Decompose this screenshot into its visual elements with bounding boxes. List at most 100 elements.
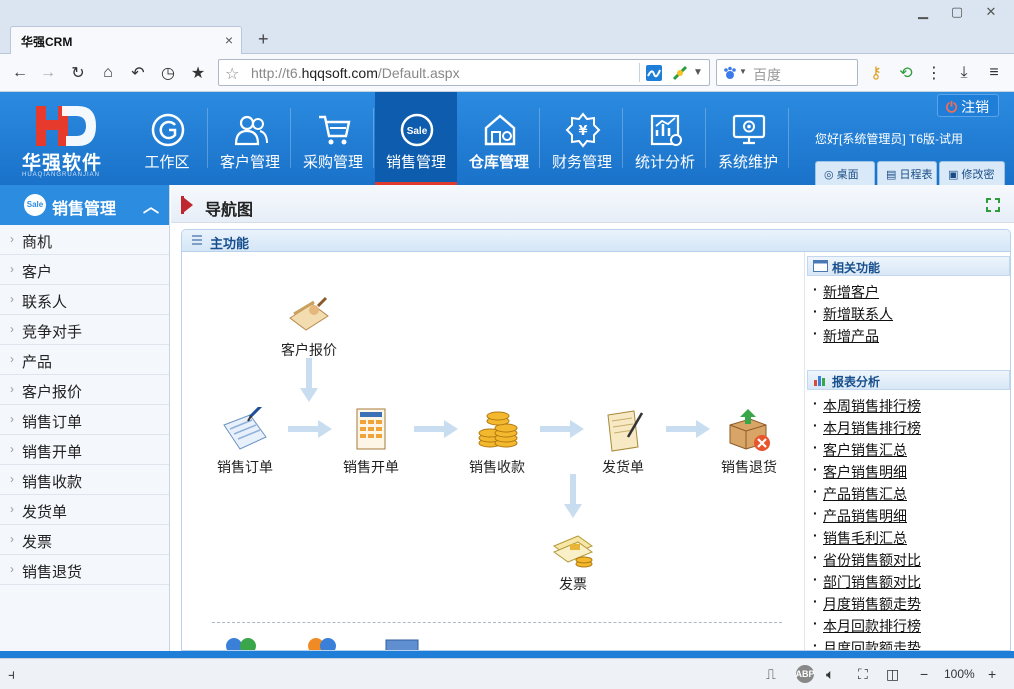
- report-link[interactable]: 省份销售额对比: [813, 549, 1010, 572]
- zoom-out-button[interactable]: −: [920, 665, 928, 683]
- sidebar-item-sales-returns[interactable]: › 销售退货: [0, 555, 169, 585]
- search-engine-dropdown-icon[interactable]: ▼: [739, 67, 747, 76]
- nav-label: 统计分析: [634, 154, 695, 171]
- related-link[interactable]: 新增联系人: [813, 303, 1010, 326]
- flow-node-return[interactable]: 销售退货: [704, 407, 794, 477]
- report-link[interactable]: 客户销售明细: [813, 461, 1010, 484]
- delivery-note-icon: [598, 407, 648, 453]
- reports-list: 本周销售排行榜 本月销售排行榜 客户销售汇总 客户销售明细 产品销售汇总 产品销…: [805, 390, 1010, 650]
- schedule-button[interactable]: ▤ 日程表: [877, 161, 937, 185]
- nav-warehouse[interactable]: 仓库管理: [458, 92, 540, 185]
- sidebar-item-products[interactable]: › 产品: [0, 345, 169, 375]
- sidebar-item-delivery-notes[interactable]: › 发货单: [0, 495, 169, 525]
- reload-icon[interactable]: ↻: [68, 63, 88, 83]
- report-link[interactable]: 本月销售排行榜: [813, 417, 1010, 440]
- address-dropdown-icon[interactable]: ▼: [693, 67, 711, 85]
- desktop-button[interactable]: ◎ 桌面: [815, 161, 875, 185]
- speed-mode-icon[interactable]: [645, 64, 663, 82]
- tab-close-icon[interactable]: ×: [225, 32, 233, 48]
- pulse-icon[interactable]: ⎍: [766, 665, 776, 683]
- related-link[interactable]: 新增产品: [813, 325, 1010, 348]
- users-group-icon[interactable]: [224, 636, 260, 651]
- flow-label: 客户报价: [281, 342, 337, 358]
- close-window-icon[interactable]: ✕: [974, 2, 1008, 22]
- refresh-shield-icon[interactable]: ⟲: [896, 63, 916, 83]
- adblock-icon[interactable]: ABP: [796, 665, 815, 683]
- sidebar-item-contacts[interactable]: › 联系人: [0, 285, 169, 315]
- sidebar-toggle-icon[interactable]: ⫞: [8, 665, 15, 683]
- monitor-gear-icon: [731, 112, 767, 148]
- minimize-icon[interactable]: ▁: [906, 2, 940, 22]
- forward-icon[interactable]: →: [38, 63, 58, 83]
- flow-node-order[interactable]: 销售订单: [200, 407, 290, 477]
- nav-sales[interactable]: Sale 销售管理: [375, 92, 457, 185]
- warehouse-icon: [482, 112, 518, 148]
- browser-tab[interactable]: 华强CRM ×: [10, 26, 242, 54]
- report-link[interactable]: 部门销售额对比: [813, 571, 1010, 594]
- sidebar-item-competitors[interactable]: › 竞争对手: [0, 315, 169, 345]
- back-icon[interactable]: ←: [10, 63, 30, 83]
- flow-node-quote[interactable]: 客户报价: [264, 290, 354, 360]
- fullscreen-toggle-icon[interactable]: ⛶: [858, 665, 868, 683]
- maximize-icon[interactable]: ▢: [940, 2, 974, 22]
- address-bar[interactable]: ☆ http://t6.hqqsoft.com/Default.aspx ▼: [218, 59, 710, 86]
- flow-node-invoice[interactable]: 发票: [528, 524, 618, 594]
- menu-icon[interactable]: ≡: [984, 63, 1004, 83]
- report-link[interactable]: 本月回款排行榜: [813, 615, 1010, 638]
- home-icon[interactable]: ⌂: [98, 63, 118, 83]
- nav-purchasing[interactable]: 采购管理: [292, 92, 374, 185]
- flow-node-delivery[interactable]: 发货单: [578, 407, 668, 477]
- speaker-icon[interactable]: 🔈︎: [826, 665, 834, 683]
- extensions-icon[interactable]: ⋮: [924, 63, 944, 83]
- download-icon[interactable]: ⤓: [954, 63, 974, 83]
- nav-finance[interactable]: ¥ 财务管理: [541, 92, 623, 185]
- sidebar-item-sales-billing[interactable]: › 销售开单: [0, 435, 169, 465]
- report-link[interactable]: 本周销售排行榜: [813, 395, 1010, 418]
- nav-workspace[interactable]: 工作区: [126, 92, 208, 185]
- sidebar-item-customers[interactable]: › 客户: [0, 255, 169, 285]
- nav-statistics[interactable]: 统计分析: [624, 92, 706, 185]
- zoom-in-button[interactable]: +: [988, 665, 996, 683]
- related-link[interactable]: 新增客户: [813, 281, 1010, 304]
- nav-divider: [622, 108, 623, 168]
- flow-node-billing[interactable]: 销售开单: [326, 407, 416, 477]
- sidebar-item-sales-receipts[interactable]: › 销售收款: [0, 465, 169, 495]
- compat-mode-icon[interactable]: [671, 64, 689, 82]
- sidebar-item-invoices[interactable]: › 发票: [0, 525, 169, 555]
- sidebar-item-quotes[interactable]: › 客户报价: [0, 375, 169, 405]
- chevron-right-icon: ›: [10, 412, 14, 426]
- undo-icon[interactable]: ↶: [128, 63, 148, 83]
- new-tab-button[interactable]: +: [258, 29, 269, 50]
- change-password-button[interactable]: ▣ 修改密码: [939, 161, 1005, 197]
- key-icon[interactable]: ⚷: [866, 63, 886, 83]
- report-link[interactable]: 月度销售额走势: [813, 593, 1010, 616]
- report-link[interactable]: 月度回款额走势: [813, 637, 1010, 650]
- search-box[interactable]: ▼ 百度: [716, 59, 858, 86]
- flow-label: 销售订单: [217, 459, 273, 475]
- baidu-paw-icon: [724, 66, 736, 79]
- order-form-icon: [220, 407, 270, 453]
- report-link[interactable]: 客户销售汇总: [813, 439, 1010, 462]
- sidebar-item-sales-orders[interactable]: › 销售订单: [0, 405, 169, 435]
- star-outline-icon[interactable]: ☆: [225, 64, 239, 84]
- calendar-icon: ▤: [886, 169, 897, 181]
- report-link[interactable]: 产品销售明细: [813, 505, 1010, 528]
- nav-system[interactable]: 系统维护: [707, 92, 789, 185]
- grip-icon: [192, 235, 202, 247]
- flow-node-receipt[interactable]: 销售收款: [452, 407, 542, 477]
- logout-button[interactable]: ⏻ 注销: [937, 94, 999, 117]
- yen-icon: ¥: [565, 112, 601, 148]
- report-link[interactable]: 销售毛利汇总: [813, 527, 1010, 550]
- fullscreen-icon[interactable]: [986, 198, 1000, 212]
- history-icon[interactable]: ◷: [158, 63, 178, 83]
- section-divider: [212, 622, 782, 623]
- window-icon[interactable]: [384, 638, 420, 651]
- contacts-group-icon[interactable]: [304, 636, 340, 651]
- bookmark-star-icon[interactable]: ★: [188, 63, 208, 83]
- report-link[interactable]: 产品销售汇总: [813, 483, 1010, 506]
- chevron-up-icon[interactable]: ︿: [143, 193, 159, 217]
- nav-customers[interactable]: 客户管理: [209, 92, 291, 185]
- sidebar-header[interactable]: Sale 销售管理 ︿: [0, 185, 169, 225]
- split-view-icon[interactable]: ◫: [886, 665, 899, 683]
- sidebar-item-opportunities[interactable]: › 商机: [0, 225, 169, 255]
